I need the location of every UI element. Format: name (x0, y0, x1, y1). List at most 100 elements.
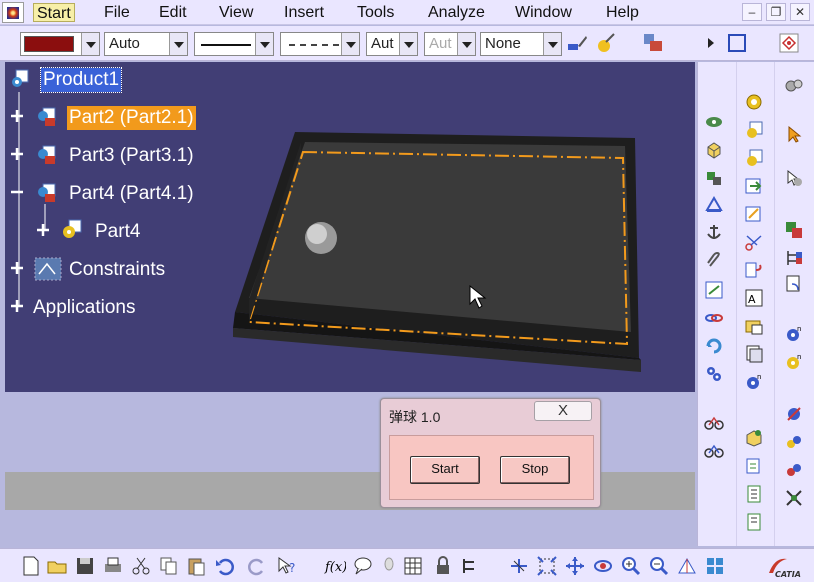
menu-help[interactable]: Help (602, 3, 643, 22)
color-select[interactable] (20, 32, 100, 56)
tree-node-applications[interactable]: Applications (33, 296, 135, 320)
menu-view[interactable]: View (215, 3, 257, 22)
render-style-select[interactable]: Aut (424, 32, 476, 56)
multi-view-icon[interactable] (704, 555, 726, 577)
replace-icon[interactable] (744, 204, 764, 224)
light-bulb-icon[interactable] (378, 555, 400, 577)
zoom-out-icon[interactable] (648, 555, 670, 577)
tree-node-part3[interactable]: Part3 (Part3.1) (69, 144, 194, 168)
measure-icon[interactable] (704, 280, 724, 300)
scissors-icon[interactable] (744, 232, 764, 252)
redo-icon[interactable] (246, 555, 268, 577)
gear-n-icon[interactable]: n (784, 324, 804, 344)
square-icon[interactable] (726, 32, 748, 54)
gear-cluster-icon[interactable] (704, 364, 724, 384)
fly-mode-icon[interactable] (508, 555, 530, 577)
zoom-in-icon[interactable] (620, 555, 642, 577)
insert-arrow-icon[interactable] (744, 176, 764, 196)
stop-button[interactable]: Stop (500, 456, 570, 484)
play-arrow-icon[interactable] (700, 32, 722, 54)
comment-icon[interactable] (352, 555, 374, 577)
refresh-icon[interactable] (704, 336, 724, 356)
lock-icon[interactable] (432, 555, 454, 577)
axis-compass[interactable]: z y x (651, 542, 695, 546)
box-gear-icon[interactable] (744, 428, 764, 448)
line-thickness-select[interactable] (194, 32, 274, 56)
tree-node-product1[interactable]: Product1 (39, 67, 123, 93)
normal-view-icon[interactable] (676, 555, 698, 577)
menu-tools[interactable]: Tools (353, 3, 398, 22)
folder-icon[interactable] (744, 316, 764, 336)
pan-icon[interactable] (564, 555, 586, 577)
table-icon[interactable] (402, 555, 424, 577)
reorder-icon[interactable] (744, 260, 764, 280)
constraint-gear-icon[interactable] (784, 404, 804, 424)
transparency-select[interactable]: Auto (104, 32, 188, 56)
fit-all-icon[interactable] (536, 555, 558, 577)
point-type-select[interactable]: Aut (366, 32, 418, 56)
undo-icon[interactable] (214, 555, 236, 577)
chevron-down-icon[interactable] (399, 33, 417, 55)
chevron-down-icon[interactable] (81, 33, 99, 55)
dialog-close-button[interactable]: X (534, 401, 592, 421)
point-icon[interactable] (778, 32, 800, 54)
select-gear-icon[interactable] (784, 168, 804, 188)
document-link-icon[interactable] (784, 274, 804, 294)
offset-constraint-icon[interactable] (784, 460, 804, 480)
product-gear-icon[interactable] (744, 120, 764, 140)
contact-constraint-icon[interactable] (784, 432, 804, 452)
menu-window[interactable]: Window (511, 3, 576, 22)
menu-analyze[interactable]: Analyze (424, 3, 489, 22)
bicycle-icon[interactable] (704, 412, 724, 432)
cut-icon[interactable] (130, 555, 152, 577)
assembly-icon[interactable] (784, 220, 804, 240)
close-button[interactable]: ✕ (790, 3, 810, 21)
tree-node-constraints[interactable]: Constraints (69, 258, 165, 282)
chevron-down-icon[interactable] (457, 33, 475, 55)
collapse-minus-icon[interactable] (9, 184, 25, 200)
gears-icon[interactable] (784, 76, 804, 96)
menu-edit[interactable]: Edit (155, 3, 191, 22)
menu-file[interactable]: File (100, 3, 134, 22)
restore-button[interactable]: ❐ (766, 3, 786, 21)
anchor-icon[interactable] (704, 222, 724, 242)
tree-node-part4-child[interactable]: Part4 (95, 220, 140, 244)
parameters-icon[interactable] (460, 555, 482, 577)
gear-n-alt-icon[interactable]: n (784, 352, 804, 372)
paint-brush-icon[interactable] (594, 32, 616, 54)
print-icon[interactable] (102, 555, 124, 577)
app-logo-icon[interactable] (2, 2, 24, 23)
select-arrow-icon[interactable] (784, 124, 804, 144)
expand-plus-icon[interactable] (9, 260, 25, 276)
paperclip-icon[interactable] (704, 250, 724, 270)
paste-icon[interactable] (186, 555, 208, 577)
format-painter-icon[interactable] (566, 32, 588, 54)
component-icon[interactable] (704, 168, 724, 188)
gear-n-icon[interactable]: n (744, 372, 764, 392)
catalog-icon[interactable] (704, 112, 724, 132)
rotate-icon[interactable] (592, 555, 614, 577)
tree-node-part4[interactable]: Part4 (Part4.1) (69, 182, 194, 206)
chevron-down-icon[interactable] (341, 33, 359, 55)
start-button[interactable]: Start (410, 456, 480, 484)
copy-icon[interactable] (158, 555, 180, 577)
cube-icon[interactable] (704, 140, 724, 160)
gear-icon[interactable] (744, 92, 764, 112)
formula-icon[interactable]: f(x) (324, 555, 346, 577)
expand-plus-icon[interactable] (9, 146, 25, 162)
chevron-down-icon[interactable] (169, 33, 187, 55)
tree-node-part2[interactable]: Part2 (Part2.1) (67, 106, 196, 130)
line-type-select[interactable] (280, 32, 360, 56)
expand-plus-icon[interactable] (35, 222, 51, 238)
expand-plus-icon[interactable] (9, 298, 25, 314)
frame-icon[interactable] (744, 456, 764, 476)
fix-constraint-icon[interactable] (784, 488, 804, 508)
layer-select[interactable]: None (480, 32, 562, 56)
bicycle-alt-icon[interactable] (704, 440, 724, 460)
menu-insert[interactable]: Insert (280, 3, 328, 22)
compass-icon[interactable] (704, 194, 724, 214)
sheet-icon[interactable] (744, 484, 764, 504)
open-folder-icon[interactable] (46, 555, 68, 577)
chevron-down-icon[interactable] (255, 33, 273, 55)
product-gear-icon[interactable] (744, 148, 764, 168)
